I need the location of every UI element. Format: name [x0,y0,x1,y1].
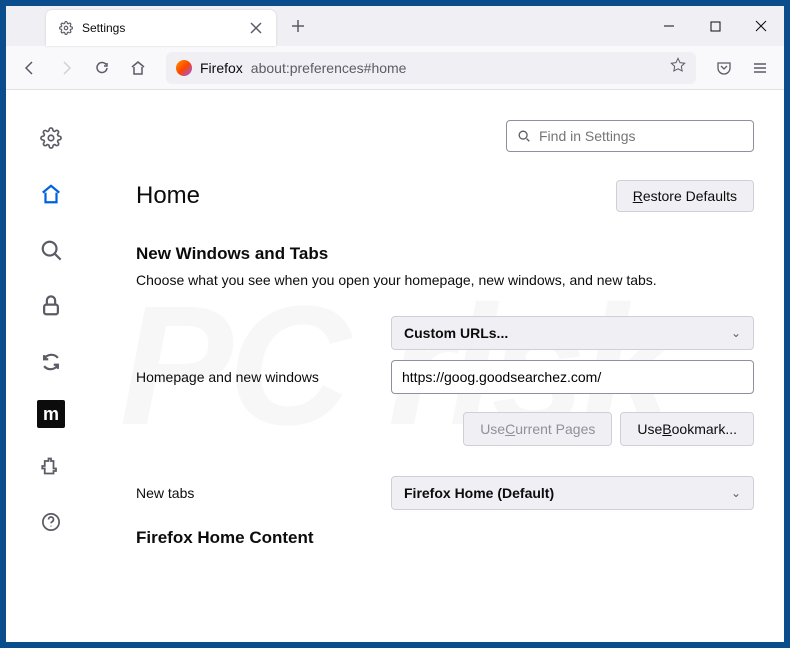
home-button[interactable] [122,52,154,84]
sidebar-item-home[interactable] [33,176,69,212]
dropdown-text: Firefox Home (Default) [404,485,554,501]
sidebar-item-help[interactable] [33,504,69,540]
browser-tab[interactable]: Settings [46,10,276,46]
homepage-url-input[interactable] [391,360,754,394]
chevron-down-icon: ⌄ [731,486,741,500]
section-desc: Choose what you see when you open your h… [136,272,754,288]
titlebar: Settings [6,6,784,46]
use-current-pages-button[interactable]: Use Current Pages [463,412,612,446]
url-label: Firefox [200,60,243,76]
forward-button[interactable] [50,52,82,84]
bookmark-star-icon[interactable] [670,57,686,78]
reload-button[interactable] [86,52,118,84]
maximize-button[interactable] [692,6,738,46]
sidebar-item-sync[interactable] [33,344,69,380]
section-title: New Windows and Tabs [136,244,754,264]
sidebar-item-privacy[interactable] [33,288,69,324]
window-controls [646,6,784,46]
url-bar[interactable]: Firefox about:preferences#home [166,52,696,84]
page-title: Home [136,182,200,210]
find-input[interactable] [539,128,743,144]
homepage-mode-dropdown[interactable]: Custom URLs... ⌄ [391,316,754,350]
sidebar-item-extensions[interactable] [33,448,69,484]
newtabs-dropdown[interactable]: Firefox Home (Default) ⌄ [391,476,754,510]
new-tab-button[interactable] [284,12,312,40]
back-button[interactable] [14,52,46,84]
close-icon[interactable] [248,20,264,36]
main-panel: Home Restore Defaults New Windows and Ta… [96,90,784,642]
sidebar: m [6,90,96,642]
minimize-button[interactable] [646,6,692,46]
pocket-button[interactable] [708,52,740,84]
firefox-home-content-title: Firefox Home Content [136,528,754,548]
sidebar-item-search[interactable] [33,232,69,268]
homepage-label: Homepage and new windows [136,369,391,385]
restore-defaults-button[interactable]: Restore Defaults [616,180,754,212]
chevron-down-icon: ⌄ [731,326,741,340]
gear-icon [58,20,74,36]
firefox-icon [176,60,192,76]
sidebar-item-m[interactable]: m [37,400,65,428]
content: PC risk m Home Restore Defaults New Wind… [6,90,784,642]
url-text: about:preferences#home [251,60,407,76]
menu-button[interactable] [744,52,776,84]
use-bookmark-button[interactable]: Use Bookmark... [620,412,754,446]
toolbar: Firefox about:preferences#home [6,46,784,90]
close-button[interactable] [738,6,784,46]
tab-title: Settings [82,21,240,35]
dropdown-text: Custom URLs... [404,325,508,341]
search-icon [517,129,531,143]
find-in-settings[interactable] [506,120,754,152]
newtabs-label: New tabs [136,485,391,501]
sidebar-item-general[interactable] [33,120,69,156]
